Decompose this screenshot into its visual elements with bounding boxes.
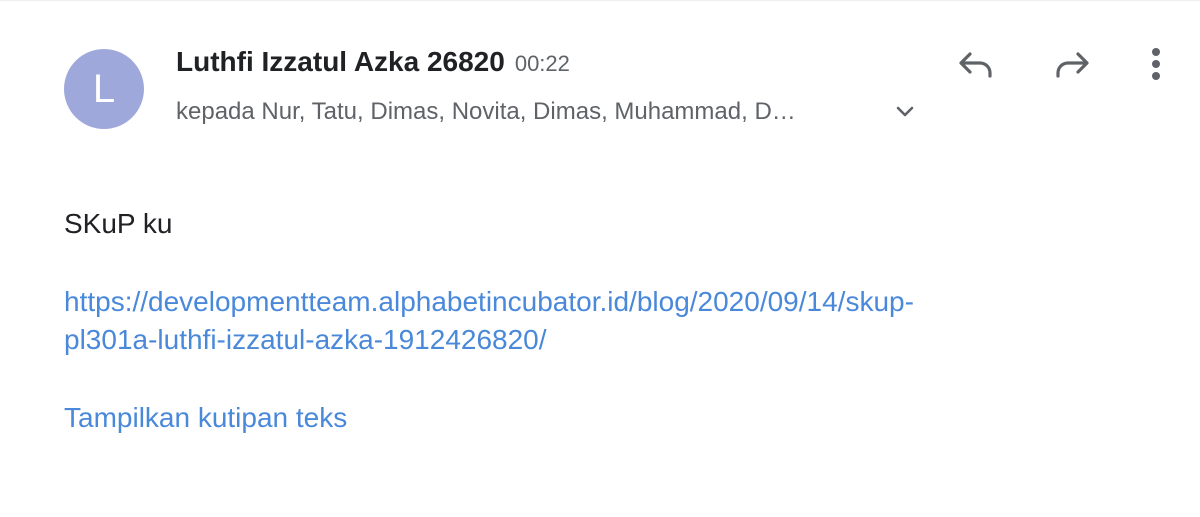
more-options-button[interactable] bbox=[1132, 42, 1180, 90]
more-vert-icon bbox=[1150, 46, 1162, 87]
forward-button[interactable] bbox=[1048, 42, 1096, 90]
show-quoted-text-link[interactable]: Tampilkan kutipan teks bbox=[64, 402, 347, 434]
sender-header: Luthfi Izzatul Azka 26820 00:22 bbox=[176, 46, 570, 86]
blog-link-line2[interactable]: pl301a-luthfi-izzatul-azka-1912426820/ bbox=[64, 324, 547, 355]
forward-icon bbox=[1052, 48, 1092, 85]
blog-link[interactable]: https://developmentteam.alphabetincubato… bbox=[64, 283, 1124, 359]
email-body-text: SKuP ku bbox=[64, 208, 173, 239]
avatar-letter: L bbox=[92, 67, 116, 111]
recipients-text[interactable]: kepada Nur, Tatu, Dimas, Novita, Dimas, … bbox=[176, 98, 876, 126]
reply-button[interactable] bbox=[952, 42, 1000, 90]
chevron-down-icon[interactable] bbox=[890, 97, 920, 127]
top-divider bbox=[0, 0, 1200, 1]
reply-icon bbox=[956, 48, 996, 85]
sender-avatar[interactable]: L bbox=[64, 49, 144, 129]
sender-name[interactable]: Luthfi Izzatul Azka 26820 bbox=[176, 46, 505, 78]
email-time: 00:22 bbox=[514, 51, 570, 76]
recipients-row[interactable]: kepada Nur, Tatu, Dimas, Novita, Dimas, … bbox=[176, 94, 920, 130]
blog-link-line1[interactable]: https://developmentteam.alphabetincubato… bbox=[64, 286, 914, 317]
